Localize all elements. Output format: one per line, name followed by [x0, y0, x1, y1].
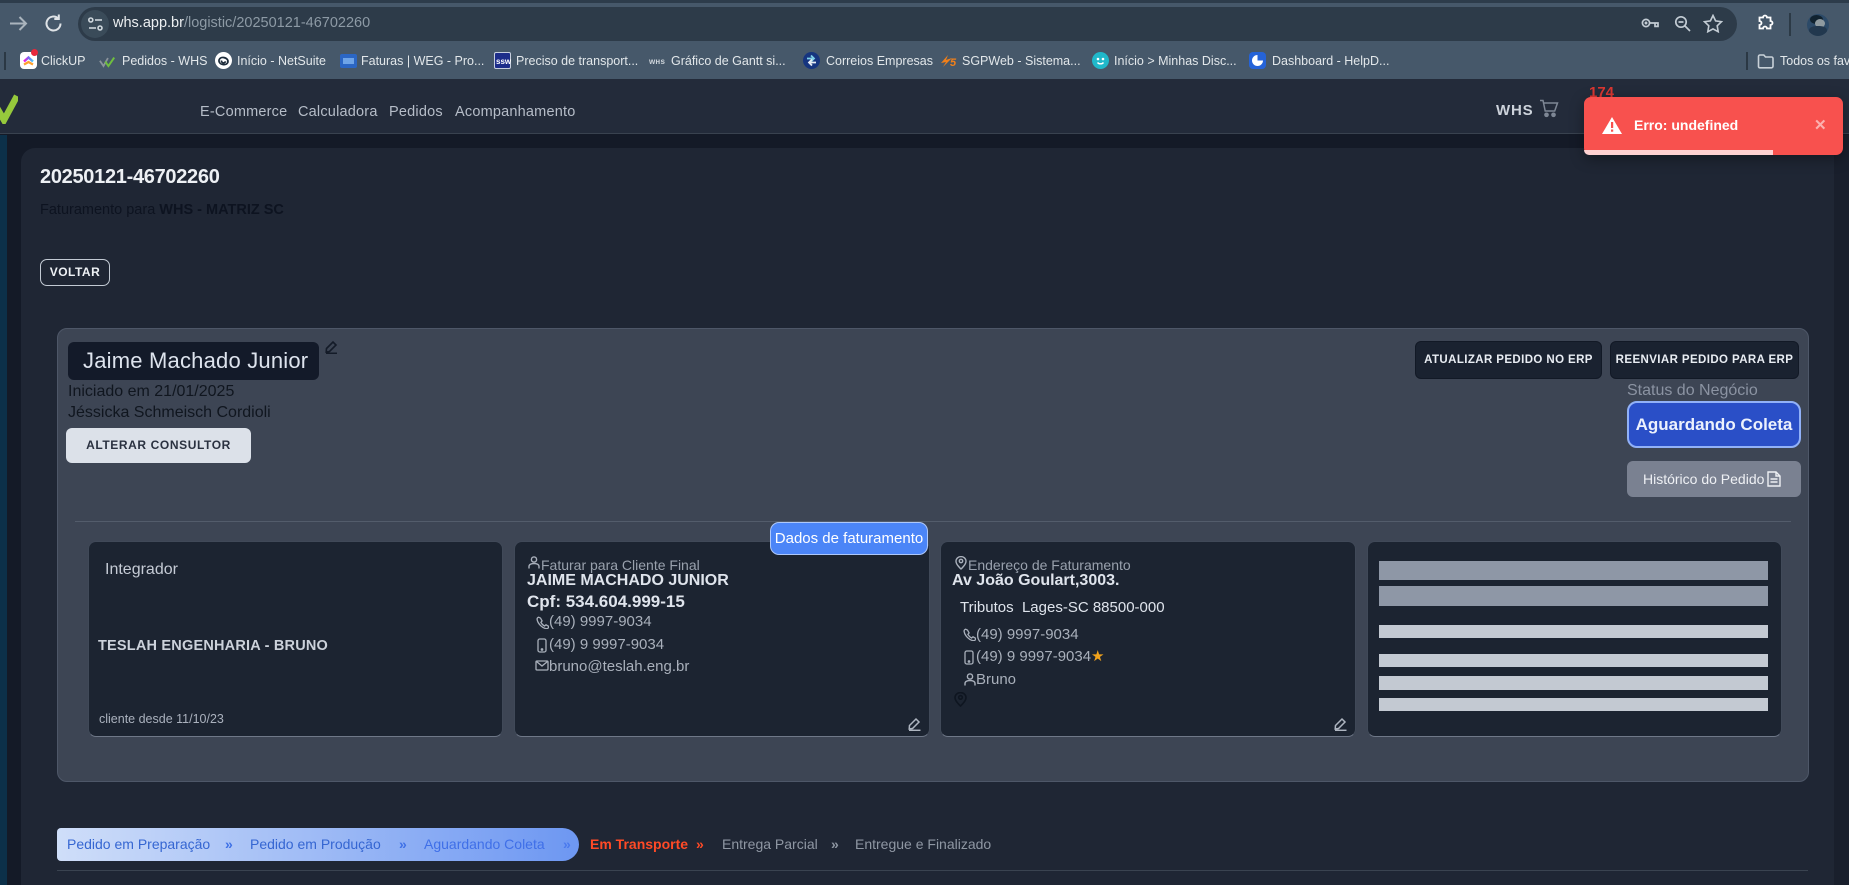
svg-text:5: 5: [950, 57, 957, 68]
